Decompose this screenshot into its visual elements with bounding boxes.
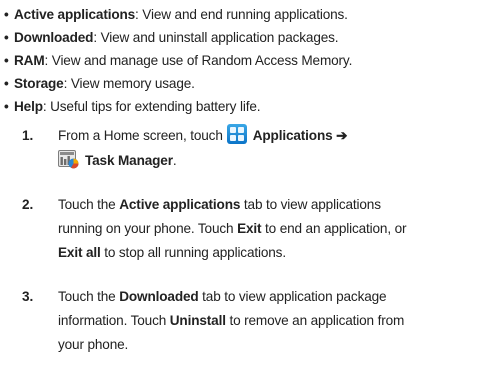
bullet-desc: : View memory usage.	[63, 76, 195, 91]
step-text-bold: Exit all	[58, 244, 101, 260]
step-3: 3. Touch the Downloaded tab to view appl…	[0, 285, 487, 357]
bullet-ram: • RAM: View and manage use of Random Acce…	[4, 49, 484, 72]
bullet-storage: • Storage: View memory usage.	[4, 72, 484, 95]
task-manager-label: Task Manager	[85, 153, 173, 168]
bullet-term: Downloaded	[14, 30, 94, 45]
step-2: 2. Touch the Active applications tab to …	[0, 193, 487, 265]
bullet-glyph: •	[4, 30, 9, 45]
bullet-glyph: •	[4, 76, 9, 91]
step-line: running on your phone. Touch Exit to end…	[58, 217, 482, 241]
step-text-bold: Downloaded	[119, 289, 199, 304]
step-number: 1.	[22, 128, 34, 143]
bullet-glyph: •	[4, 99, 9, 114]
tab-descriptions-list: • Active applications: View and end runni…	[4, 3, 484, 118]
step-line: From a Home screen, touch Applications ➔	[58, 124, 482, 149]
manual-page: • Active applications: View and end runni…	[0, 0, 487, 392]
step-line: Exit all to stop all running application…	[58, 241, 482, 265]
bullet-desc: : View and end running applications.	[135, 7, 348, 22]
step-text: From a Home screen, touch Applications ➔ …	[58, 124, 482, 174]
applications-grid-icon	[226, 124, 247, 145]
step-text-segment: to remove an application from	[225, 312, 405, 328]
step-text-segment: information. Touch	[58, 312, 170, 328]
step-text-bold: Active applications	[119, 197, 241, 212]
step-line: Touch the Active applications tab to vie…	[58, 193, 482, 217]
step-text-segment: Touch the	[58, 197, 120, 212]
bullet-active-applications: • Active applications: View and end runni…	[4, 3, 484, 26]
step-text-bold: Uninstall	[169, 312, 226, 328]
bullet-term: Help	[14, 99, 43, 114]
step-text-segment: running on your phone. Touch	[58, 220, 238, 236]
step-number: 2.	[22, 197, 34, 212]
step-text: Touch the Active applications tab to vie…	[58, 193, 482, 264]
bullet-downloaded: • Downloaded: View and uninstall applicat…	[4, 26, 484, 49]
step-text-bold: Exit	[237, 220, 262, 236]
bullet-desc: : View and manage use of Random Access M…	[44, 53, 353, 68]
step-text-segment: From a Home screen, touch	[58, 128, 223, 143]
task-manager-icon	[58, 149, 79, 169]
applications-label: Applications ➔	[252, 128, 348, 143]
step-line: Task Manager.	[58, 149, 482, 174]
bullet-glyph: •	[4, 53, 9, 68]
bullet-help: • Help: Useful tips for extending battery…	[4, 95, 484, 118]
step-line: your phone.	[58, 333, 482, 357]
bullet-term: RAM	[14, 53, 45, 68]
step-text-segment: tab to view applications	[240, 197, 381, 212]
step-line: Touch the Downloaded tab to view applica…	[58, 285, 482, 309]
bullet-desc: : Useful tips for extending battery life…	[42, 99, 261, 114]
bullet-term: Active applications	[14, 7, 136, 22]
step-text-segment: .	[172, 153, 177, 168]
bullet-term: Storage	[14, 76, 64, 91]
step-text-segment: to end an application, or	[261, 220, 407, 236]
step-number: 3.	[22, 289, 34, 304]
step-text-segment: tab to view application package	[198, 289, 387, 304]
step-1: 1. From a Home screen, touch Applications…	[0, 124, 487, 174]
step-text-segment: your phone.	[58, 336, 129, 352]
step-text: Touch the Downloaded tab to view applica…	[58, 285, 482, 356]
step-text-segment: Touch the	[58, 289, 120, 304]
step-text-segment: to stop all running applications.	[100, 244, 286, 260]
bullet-desc: : View and uninstall application package…	[93, 30, 339, 45]
step-line: information. Touch Uninstall to remove a…	[58, 309, 482, 333]
bullet-glyph: •	[4, 7, 9, 22]
